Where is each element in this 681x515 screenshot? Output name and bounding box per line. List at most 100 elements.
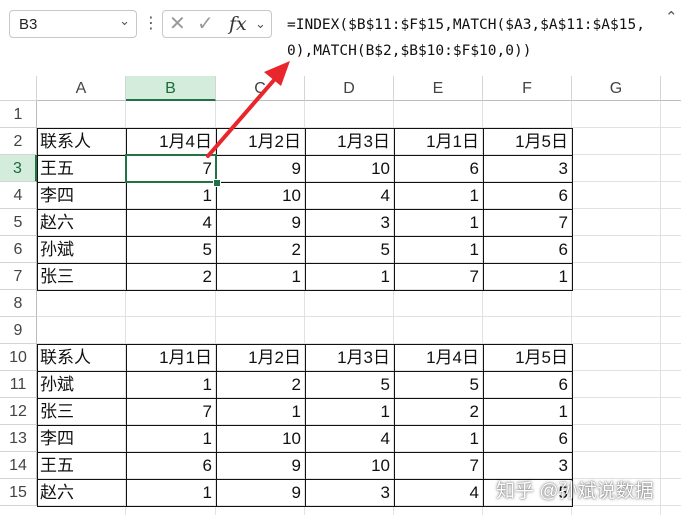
table2-value-cell[interactable]: 1 <box>394 425 483 452</box>
table2-value-cell[interactable]: 2 <box>394 398 483 425</box>
row-header-9[interactable]: 9 <box>0 317 37 344</box>
row-header-4[interactable]: 4 <box>0 182 37 209</box>
table1-value-cell[interactable]: 5 <box>305 236 394 263</box>
column-header-E[interactable]: E <box>394 76 483 101</box>
table2-value-cell[interactable]: 1 <box>216 398 305 425</box>
table1-value-cell[interactable]: 3 <box>305 209 394 236</box>
check-icon[interactable]: ✓ <box>197 11 214 37</box>
table2-value-cell[interactable]: 6 <box>483 371 572 398</box>
table1-value-cell[interactable]: 1 <box>483 263 572 290</box>
table1-value-cell[interactable]: 7 <box>126 155 216 182</box>
table2-value-cell[interactable]: 3 <box>483 452 572 479</box>
row-header-3[interactable]: 3 <box>0 155 37 182</box>
table2-value-cell[interactable]: 5 <box>305 371 394 398</box>
table1-value-cell[interactable]: 4 <box>305 182 394 209</box>
table2-value-cell[interactable]: 4 <box>305 425 394 452</box>
row-header-7[interactable]: 7 <box>0 263 37 290</box>
table1-name-cell[interactable]: 李四 <box>37 182 126 209</box>
table1-header-cell[interactable]: 联系人 <box>37 128 126 155</box>
table1-value-cell[interactable]: 5 <box>126 236 216 263</box>
table2-header-cell[interactable]: 联系人 <box>37 344 126 371</box>
table2-name-cell[interactable]: 李四 <box>37 425 126 452</box>
more-options-icon[interactable]: ⋮ <box>143 14 159 34</box>
row-header-2[interactable]: 2 <box>0 128 37 155</box>
column-header-F[interactable]: F <box>483 76 572 101</box>
table1-value-cell[interactable]: 2 <box>216 236 305 263</box>
table1-value-cell[interactable]: 10 <box>216 182 305 209</box>
table1-value-cell[interactable]: 6 <box>394 155 483 182</box>
table1-value-cell[interactable]: 1 <box>394 236 483 263</box>
table1-value-cell[interactable]: 1 <box>394 182 483 209</box>
row-header-13[interactable]: 13 <box>0 425 37 452</box>
table1-header-cell[interactable]: 1月2日 <box>216 128 305 155</box>
table1-value-cell[interactable]: 1 <box>305 263 394 290</box>
table1-header-cell[interactable]: 1月3日 <box>305 128 394 155</box>
table2-value-cell[interactable]: 1 <box>483 398 572 425</box>
table1-header-cell[interactable]: 1月5日 <box>483 128 572 155</box>
chevron-up-icon[interactable]: ⌃ <box>665 8 678 26</box>
table2-value-cell[interactable]: 6 <box>483 425 572 452</box>
table2-value-cell[interactable]: 5 <box>394 371 483 398</box>
table2-value-cell[interactable]: 10 <box>305 452 394 479</box>
table1-value-cell[interactable]: 1 <box>126 182 216 209</box>
formula-input[interactable]: =INDEX($B$11:$F$15,MATCH($A3,$A$11:$A$15… <box>287 12 647 64</box>
table2-header-cell[interactable]: 1月4日 <box>394 344 483 371</box>
table2-value-cell[interactable]: 2 <box>216 371 305 398</box>
table1-value-cell[interactable]: 3 <box>483 155 572 182</box>
row-header-6[interactable]: 6 <box>0 236 37 263</box>
table2-value-cell[interactable]: 1 <box>126 479 216 506</box>
column-header-D[interactable]: D <box>305 76 394 101</box>
table1-value-cell[interactable]: 10 <box>305 155 394 182</box>
table2-header-cell[interactable]: 1月5日 <box>483 344 572 371</box>
column-header-G[interactable]: G <box>572 76 661 101</box>
table2-header-cell[interactable]: 1月3日 <box>305 344 394 371</box>
table1-value-cell[interactable]: 6 <box>483 236 572 263</box>
row-header-14[interactable]: 14 <box>0 452 37 479</box>
table1-header-cell[interactable]: 1月1日 <box>394 128 483 155</box>
row-header-5[interactable]: 5 <box>0 209 37 236</box>
chevron-down-icon[interactable]: ⌄ <box>255 11 266 37</box>
table1-value-cell[interactable]: 7 <box>483 209 572 236</box>
table1-value-cell[interactable]: 4 <box>126 209 216 236</box>
table2-value-cell[interactable]: 4 <box>394 479 483 506</box>
insert-function-icon[interactable]: fx <box>229 11 247 37</box>
table1-name-cell[interactable]: 张三 <box>37 263 126 290</box>
fill-handle[interactable] <box>213 179 221 187</box>
table2-value-cell[interactable]: 1 <box>126 371 216 398</box>
table2-value-cell[interactable]: 9 <box>216 479 305 506</box>
column-header-C[interactable]: C <box>216 76 305 101</box>
row-header-10[interactable]: 10 <box>0 344 37 371</box>
table2-value-cell[interactable]: 7 <box>126 398 216 425</box>
column-header-B[interactable]: B <box>126 76 216 101</box>
table2-header-cell[interactable]: 1月1日 <box>126 344 216 371</box>
row-header-15[interactable]: 15 <box>0 479 37 506</box>
table1-value-cell[interactable]: 2 <box>126 263 216 290</box>
table1-value-cell[interactable]: 7 <box>394 263 483 290</box>
table2-value-cell[interactable]: 3 <box>305 479 394 506</box>
table1-value-cell[interactable]: 9 <box>216 155 305 182</box>
table1-header-cell[interactable]: 1月4日 <box>126 128 216 155</box>
table2-header-cell[interactable]: 1月2日 <box>216 344 305 371</box>
table2-value-cell[interactable]: 9 <box>216 452 305 479</box>
table1-name-cell[interactable]: 孙斌 <box>37 236 126 263</box>
table2-value-cell[interactable]: 7 <box>394 452 483 479</box>
row-header-11[interactable]: 11 <box>0 371 37 398</box>
name-box[interactable]: B3 ⌄ <box>9 10 137 38</box>
table1-value-cell[interactable]: 9 <box>216 209 305 236</box>
table1-name-cell[interactable]: 王五 <box>37 155 126 182</box>
select-all-corner[interactable] <box>0 76 37 101</box>
table1-name-cell[interactable]: 赵六 <box>37 209 126 236</box>
table2-value-cell[interactable]: 10 <box>216 425 305 452</box>
table1-value-cell[interactable]: 6 <box>483 182 572 209</box>
table1-value-cell[interactable]: 1 <box>394 209 483 236</box>
close-icon[interactable]: ✕ <box>169 11 186 37</box>
table2-value-cell[interactable]: 6 <box>126 452 216 479</box>
table2-name-cell[interactable]: 张三 <box>37 398 126 425</box>
table2-name-cell[interactable]: 王五 <box>37 452 126 479</box>
chevron-down-icon[interactable]: ⌄ <box>119 13 130 29</box>
table2-name-cell[interactable]: 赵六 <box>37 479 126 506</box>
table2-value-cell[interactable]: 1 <box>305 398 394 425</box>
table1-value-cell[interactable]: 1 <box>216 263 305 290</box>
column-header-A[interactable]: A <box>37 76 126 101</box>
table2-value-cell[interactable]: 1 <box>126 425 216 452</box>
